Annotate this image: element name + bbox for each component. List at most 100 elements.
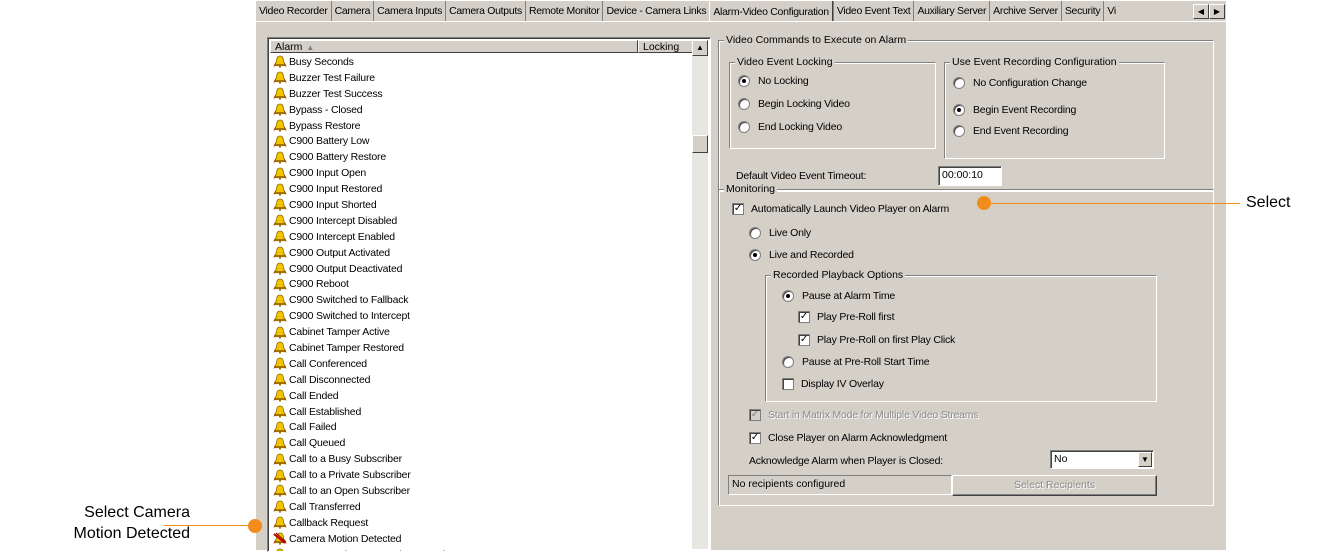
list-item[interactable]: Camera Motion Detected [270, 531, 694, 547]
tab-vi[interactable]: Vi [1103, 1, 1119, 21]
list-item[interactable]: Call to a Busy Subscriber [270, 451, 694, 467]
acknowledge-alarm-select[interactable]: No ▼ [1050, 450, 1154, 469]
list-item[interactable]: C900 Intercept Enabled [270, 229, 694, 245]
bell-icon [273, 453, 287, 466]
bell-icon [273, 246, 287, 259]
list-item-label: Busy Seconds [289, 55, 354, 68]
bell-video-icon [273, 532, 287, 545]
list-item[interactable]: C900 Switched to Intercept [270, 308, 694, 324]
list-item[interactable]: C900 Output Activated [270, 245, 694, 261]
acknowledge-alarm-label: Acknowledge Alarm when Player is Closed: [749, 455, 943, 467]
radio-pause-alarm-time[interactable]: Pause at Alarm Time [782, 290, 895, 302]
tab-video-event-text[interactable]: Video Event Text [832, 1, 914, 21]
list-item-label: C900 Output Deactivated [289, 262, 403, 275]
recorded-playback-group: Recorded Playback Options Pause at Alarm… [765, 269, 1157, 402]
radio-end-locking[interactable]: End Locking Video [738, 121, 842, 133]
list-item[interactable]: Busy Seconds [270, 54, 694, 70]
select-recipients-button[interactable]: Select Recipients [952, 475, 1157, 496]
display-iv-overlay-checkbox[interactable]: Display IV Overlay [782, 378, 884, 390]
auto-launch-checkbox[interactable]: ✓ Automatically Launch Video Player on Al… [732, 203, 949, 215]
list-item[interactable]: C900 Reboot [270, 276, 694, 292]
bell-icon [273, 230, 287, 244]
list-item-label: Cabinet Tamper Active [289, 326, 390, 339]
tab-auxiliary-server[interactable]: Auxiliary Server [913, 1, 989, 21]
list-item[interactable]: Call Disconnected [270, 372, 694, 388]
column-header-alarm[interactable]: Alarm ▲ [270, 40, 638, 53]
tab-camera-outputs[interactable]: Camera Outputs [445, 1, 525, 21]
list-item[interactable]: C900 Intercept Disabled [270, 213, 694, 229]
radio-icon [749, 227, 761, 239]
play-preroll-first-checkbox[interactable]: ✓ Play Pre-Roll first [798, 311, 895, 323]
close-player-checkbox[interactable]: ✓ Close Player on Alarm Acknowledgment [749, 432, 947, 444]
bell-icon [273, 405, 287, 418]
list-item[interactable]: Bypass - Closed [270, 102, 694, 118]
tab-camera[interactable]: Camera [330, 1, 374, 21]
radio-no-locking[interactable]: No Locking [738, 75, 809, 87]
list-item[interactable]: C900 Battery Low [270, 133, 694, 149]
list-item-label: Cabinet Tamper Restored [289, 341, 404, 354]
bell-icon [273, 278, 287, 291]
list-item[interactable]: C900 Input Open [270, 165, 694, 181]
list-item-label: C900 Input Restored [289, 183, 383, 196]
recorded-playback-legend: Recorded Playback Options [771, 269, 906, 281]
list-item[interactable]: Call Ended [270, 388, 694, 404]
sort-asc-icon: ▲ [306, 43, 315, 52]
event-recording-legend: Use Event Recording Configuration [950, 56, 1119, 68]
list-item[interactable]: Call Established [270, 404, 694, 420]
checkmark-icon: ✓ [732, 203, 744, 215]
alarm-list[interactable]: Alarm ▲ Locking Busy Seconds Buzzer Test F… [267, 37, 711, 552]
list-item-label: Call Established [289, 405, 362, 418]
scroll-right-icon[interactable]: ▶ [1209, 4, 1225, 19]
list-item-label: Buzzer Test Success [289, 87, 383, 100]
tab-remote-monitor[interactable]: Remote Monitor [524, 1, 603, 21]
list-item[interactable]: Call Queued [270, 435, 694, 451]
play-preroll-click-checkbox[interactable]: ✓ Play Pre-Roll on first Play Click [798, 334, 955, 346]
scroll-left-icon[interactable]: ◀ [1193, 4, 1209, 19]
list-item[interactable]: Buzzer Test Success [270, 86, 694, 102]
list-item[interactable]: C900 Battery Restore [270, 149, 694, 165]
bell-icon [273, 357, 287, 371]
list-item[interactable]: C900 Output Deactivated [270, 261, 694, 277]
tab-archive-server[interactable]: Archive Server [989, 1, 1061, 21]
list-item[interactable]: Call to a Private Subscriber [270, 467, 694, 483]
tab-strip: Video Recorder Camera Camera Inputs Camera … [256, 1, 1226, 22]
radio-end-event-recording[interactable]: End Event Recording [953, 125, 1069, 137]
list-item[interactable]: Call to an Open Subscriber [270, 483, 694, 499]
list-item[interactable]: C900 Input Restored [270, 181, 694, 197]
list-item[interactable]: Call Transferred [270, 499, 694, 515]
list-item[interactable]: Callback Request [270, 515, 694, 531]
list-item[interactable]: Call Failed [270, 419, 694, 435]
tab-camera-inputs[interactable]: Camera Inputs [373, 1, 445, 21]
radio-begin-locking[interactable]: Begin Locking Video [738, 98, 850, 110]
radio-no-config-change[interactable]: No Configuration Change [953, 77, 1087, 89]
radio-live-and-recorded[interactable]: Live and Recorded [749, 249, 854, 261]
radio-icon [782, 356, 794, 368]
list-item[interactable]: C900 Input Shorted [270, 197, 694, 213]
default-timeout-input[interactable]: 00:00:10 [938, 166, 1002, 186]
list-scrollbar[interactable]: ▲ [692, 40, 708, 549]
tab-device-camera-links[interactable]: Device - Camera Links [602, 1, 709, 21]
column-header-locking[interactable]: Locking [638, 40, 694, 53]
list-item[interactable]: Cabinet Tamper Active [270, 324, 694, 340]
radio-live-only[interactable]: Live Only [749, 227, 811, 239]
chevron-down-icon[interactable]: ▼ [1138, 452, 1152, 467]
list-item[interactable]: Call Conferenced [270, 356, 694, 372]
list-item-label: Call Failed [289, 421, 337, 434]
tab-video-recorder[interactable]: Video Recorder [256, 1, 331, 21]
scroll-up-icon[interactable]: ▲ [692, 40, 708, 56]
tab-alarm-video-configuration[interactable]: Alarm-Video Configuration [709, 1, 833, 21]
list-item[interactable]: Bypass Restore [270, 118, 694, 134]
list-item[interactable]: Cabinet Tamper Restored [270, 340, 694, 356]
tab-security[interactable]: Security [1060, 1, 1104, 21]
list-item[interactable]: Camera Motion Detected Restored [270, 547, 694, 551]
bell-icon [273, 484, 287, 498]
scrollbar-thumb[interactable] [692, 135, 708, 153]
list-item[interactable]: Buzzer Test Failure [270, 70, 694, 86]
list-item[interactable]: C900 Switched to Fallback [270, 292, 694, 308]
radio-begin-event-recording[interactable]: Begin Event Recording [953, 104, 1076, 116]
list-item-label: Callback Request [289, 516, 369, 529]
bell-icon [273, 294, 287, 307]
radio-pause-preroll[interactable]: Pause at Pre-Roll Start Time [782, 356, 930, 368]
radio-icon [953, 77, 965, 89]
video-commands-group: Video Commands to Execute on Alarm Video… [718, 34, 1214, 192]
